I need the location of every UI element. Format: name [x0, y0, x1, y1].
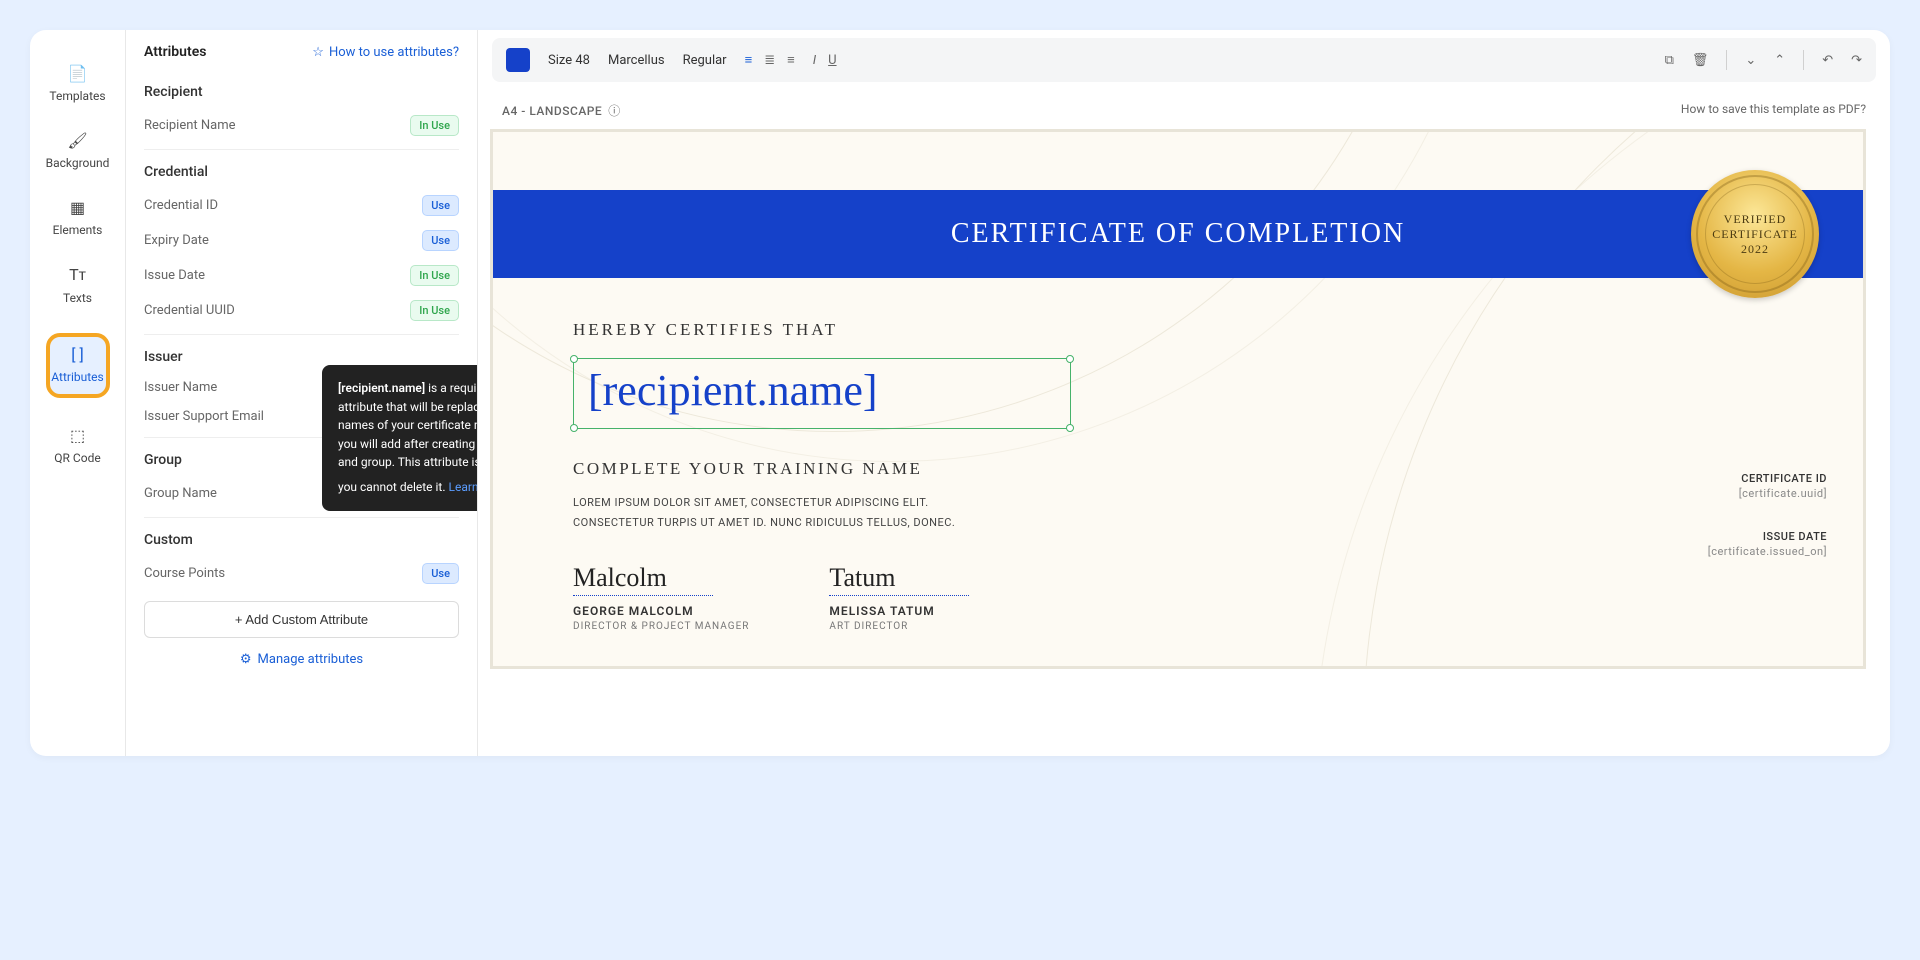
nav-label: Templates [49, 89, 105, 103]
chevron-down-icon[interactable]: ⌄ [1745, 53, 1756, 68]
section-custom: Custom [144, 517, 459, 556]
description-line-2[interactable]: CONSECTETUR TURPIS UT AMET ID. NUNC RIDI… [573, 513, 1783, 533]
nav-texts[interactable]: Tᴛ Texts [30, 251, 125, 319]
canvas-area: Size 48 Marcellus Regular ≡ ≣ ≡ I U ⧉ 🗑 … [478, 30, 1890, 756]
recipient-tooltip: [recipient.name] is a required dynamic a… [322, 365, 477, 511]
nav-label: QR Code [54, 451, 100, 465]
learn-more-link[interactable]: Learn more [449, 478, 477, 497]
save-pdf-help-link[interactable]: How to save this template as PDF? [1681, 102, 1866, 119]
undo-icon[interactable]: ↶ [1822, 53, 1833, 68]
signature-2[interactable]: Tatum MELISSA TATUM ART DIRECTOR [829, 563, 969, 632]
copy-icon[interactable]: ⧉ [1665, 53, 1674, 68]
use-badge[interactable]: Use [422, 563, 459, 584]
nav-label: Background [46, 156, 110, 170]
font-size-select[interactable]: Size 48 [548, 53, 590, 68]
attr-course-points[interactable]: Course Points Use [144, 556, 459, 591]
chevron-up-icon[interactable]: ⌃ [1774, 53, 1785, 68]
gear-icon: ⚙ [240, 652, 252, 667]
hereby-text[interactable]: HEREBY CERTIFIES THAT [573, 320, 1783, 340]
nav-qrcode[interactable]: ⬚ QR Code [30, 412, 125, 479]
nav-label: Texts [63, 291, 92, 305]
section-recipient: Recipient [144, 70, 459, 108]
certificate-id-meta[interactable]: CERTIFICATE ID [certificate.uuid] [1739, 472, 1827, 500]
brush-icon: 🖌 [67, 131, 87, 150]
use-badge[interactable]: Use [422, 230, 459, 251]
attr-expiry-date[interactable]: Expiry Date Use [144, 223, 459, 258]
font-weight-select[interactable]: Regular [683, 53, 727, 68]
underline-icon[interactable]: U [828, 53, 836, 68]
add-custom-attribute-button[interactable]: + Add Custom Attribute [144, 601, 459, 638]
seal-badge[interactable]: VERIFIED CERTIFICATE 2022 [1691, 170, 1819, 298]
nav-rail: 📄 Templates 🖌 Background ▦ Elements Tᴛ T… [30, 30, 126, 756]
manage-attributes-link[interactable]: ⚙ Manage attributes [144, 638, 459, 671]
resize-handle[interactable] [1066, 424, 1074, 432]
description-line-1[interactable]: LOREM IPSUM DOLOR SIT AMET, CONSECTETUR … [573, 493, 1783, 513]
align-left-icon[interactable]: ≡ [745, 52, 753, 68]
star-icon: ☆ [312, 45, 324, 60]
page-format-label: A4 - LANDSCAPE [502, 104, 602, 118]
nav-elements[interactable]: ▦ Elements [30, 184, 125, 251]
resize-handle[interactable] [570, 424, 578, 432]
certificate-banner[interactable]: CERTIFICATE OF COMPLETION [493, 190, 1863, 278]
attributes-panel: Attributes ☆ How to use attributes? Reci… [126, 30, 478, 756]
text-icon: Tᴛ [69, 265, 86, 285]
info-icon[interactable]: ⓘ [608, 102, 621, 119]
section-credential: Credential [144, 149, 459, 188]
font-family-select[interactable]: Marcellus [608, 53, 665, 68]
inuse-badge[interactable]: In Use [410, 265, 459, 286]
training-name-text[interactable]: COMPLETE YOUR TRAINING NAME [573, 459, 1783, 479]
signature-1[interactable]: Malcolm GEORGE MALCOLM DIRECTOR & PROJEC… [573, 563, 749, 632]
resize-handle[interactable] [570, 355, 578, 363]
align-center-icon[interactable]: ≣ [764, 53, 775, 68]
grid-icon: ▦ [70, 198, 85, 217]
color-swatch[interactable] [506, 48, 530, 72]
recipient-placeholder: [recipient.name] [588, 366, 878, 415]
file-icon: 📄 [68, 64, 88, 83]
attr-credential-id[interactable]: Credential ID Use [144, 188, 459, 223]
resize-handle[interactable] [1066, 355, 1074, 363]
use-badge[interactable]: Use [422, 195, 459, 216]
delete-icon[interactable]: 🗑 [1692, 53, 1709, 68]
nav-attributes[interactable]: [ ] Attributes [30, 319, 125, 412]
inuse-badge[interactable]: In Use [410, 115, 459, 136]
recipient-name-field[interactable]: [recipient.name] [573, 358, 1071, 429]
nav-templates[interactable]: 📄 Templates [30, 50, 125, 117]
italic-icon[interactable]: I [813, 53, 816, 68]
align-right-icon[interactable]: ≡ [787, 52, 795, 68]
brackets-icon: [ ] [71, 345, 83, 364]
nav-label: Attributes [51, 370, 103, 384]
qr-icon: ⬚ [70, 426, 85, 445]
attr-recipient-name[interactable]: Recipient Name In Use [144, 108, 459, 143]
redo-icon[interactable]: ↷ [1851, 53, 1862, 68]
app-frame: 📄 Templates 🖌 Background ▦ Elements Tᴛ T… [30, 30, 1890, 756]
panel-title: Attributes [144, 44, 206, 60]
issue-date-meta[interactable]: ISSUE DATE [certificate.issued_on] [1708, 530, 1827, 558]
certificate-canvas[interactable]: CERTIFICATE OF COMPLETION VERIFIED CERTI… [490, 129, 1866, 669]
text-toolbar: Size 48 Marcellus Regular ≡ ≣ ≡ I U ⧉ 🗑 … [492, 38, 1876, 82]
nav-label: Elements [53, 223, 103, 237]
attr-issue-date[interactable]: Issue Date In Use [144, 258, 459, 293]
inuse-badge[interactable]: In Use [410, 300, 459, 321]
attr-credential-uuid[interactable]: Credential UUID In Use [144, 293, 459, 328]
nav-background[interactable]: 🖌 Background [30, 117, 125, 184]
help-link[interactable]: ☆ How to use attributes? [312, 45, 459, 60]
